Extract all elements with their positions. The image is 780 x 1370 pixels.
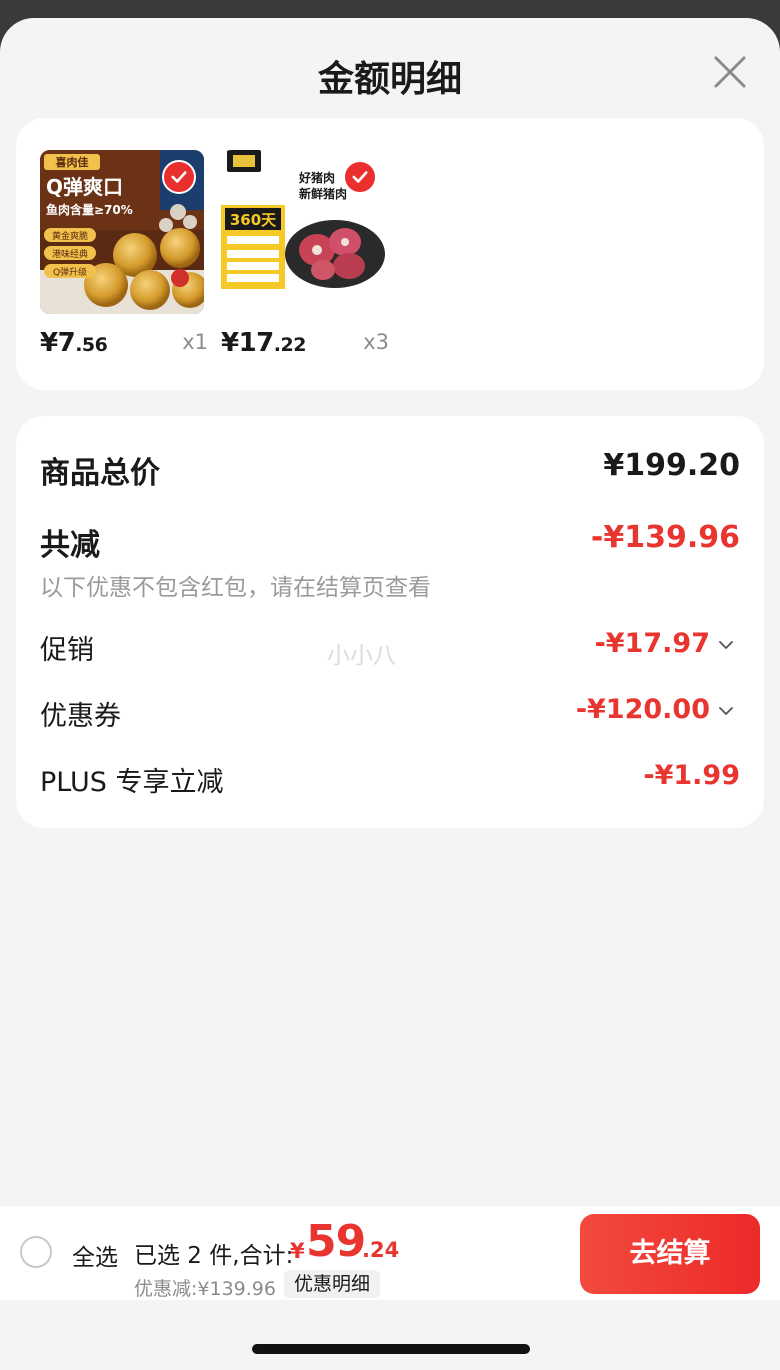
- home-indicator: [252, 1344, 530, 1354]
- close-icon[interactable]: [706, 48, 754, 96]
- reduction-row: 共减 -¥139.96: [40, 520, 740, 564]
- product-qty: x3: [363, 330, 389, 354]
- product-image-fishball[interactable]: 喜肉佳 Q弹爽口 鱼肉含量≥70% 黄金爽脆 港味经典 Q弹升级: [40, 150, 204, 314]
- price-breakdown-card: 商品总价 ¥199.20 共减 -¥139.96 以下优惠不包含红包，请在结算页…: [16, 416, 764, 828]
- reduction-note: 以下优惠不包含红包，请在结算页查看: [40, 575, 431, 601]
- product-price-row: ¥17.22 x3: [221, 326, 389, 366]
- total-amount-decimal: .24: [362, 1238, 400, 1262]
- plus-reduction-value: -¥1.99: [643, 760, 740, 791]
- price-int: ¥7: [40, 328, 76, 358]
- promotion-value: -¥17.97: [594, 628, 710, 659]
- select-all-label[interactable]: 全选: [72, 1238, 118, 1272]
- fishball-tag: 港味经典: [52, 248, 88, 260]
- discount-summary: 优惠减:¥139.96: [134, 1278, 276, 1300]
- coupon-value: -¥120.00: [575, 694, 710, 725]
- select-all-radio[interactable]: [20, 1236, 52, 1268]
- fishball-brand-label: 喜肉佳: [56, 155, 89, 169]
- product-price-row: ¥7.56 x1: [40, 326, 208, 366]
- pork-badge: 360天: [230, 211, 277, 229]
- promotion-label: 促销: [40, 635, 94, 666]
- fishball-headline: Q弹爽口: [46, 175, 123, 199]
- selected-products-card: 喜肉佳 Q弹爽口 鱼肉含量≥70% 黄金爽脆 港味经典 Q弹升级 ¥7.56 x…: [16, 118, 764, 390]
- watermark: 小小八: [327, 643, 396, 669]
- total-price-label: 商品总价: [40, 456, 160, 491]
- chevron-down-icon[interactable]: [718, 640, 734, 650]
- total-amount-integer: 59: [306, 1216, 366, 1267]
- discount-detail-button[interactable]: 优惠明细: [284, 1270, 381, 1298]
- chevron-down-icon[interactable]: [718, 706, 734, 716]
- price-dec: .56: [75, 334, 108, 356]
- price-dec: .22: [273, 334, 307, 356]
- check-badge-icon[interactable]: [162, 160, 196, 194]
- total-price-row: 商品总价 ¥199.20: [40, 448, 740, 492]
- amount-detail-sheet: 金额明细 喜肉佳 Q弹爽口 鱼肉含量≥70% 黄金爽脆 港味经典 Q弹升级 ¥7…: [0, 18, 780, 1370]
- product-image-pork[interactable]: 好猪肉 新鲜猪肉 360天: [221, 150, 385, 314]
- product-price: ¥7.56: [40, 328, 108, 358]
- pork-headline-bottom: 新鲜猪肉: [299, 186, 347, 201]
- fishball-tag: Q弹升级: [53, 266, 87, 278]
- fishball-subline: 鱼肉含量≥70%: [46, 202, 133, 217]
- plus-reduction-row: PLUS 专享立减 -¥1.99: [40, 760, 740, 804]
- product-qty: x1: [182, 330, 208, 354]
- total-yen: ¥: [290, 1239, 305, 1263]
- coupon-row[interactable]: 优惠券 -¥120.00: [40, 694, 740, 738]
- reduction-label: 共减: [40, 528, 100, 563]
- reduction-value: -¥139.96: [590, 520, 740, 555]
- total-price-value: ¥199.20: [603, 448, 740, 483]
- sheet-title: 金额明细: [317, 59, 462, 100]
- check-badge-icon[interactable]: [343, 160, 377, 194]
- fishball-tag: 黄金爽脆: [52, 230, 88, 242]
- selected-summary: 已选 2 件,合计:: [134, 1243, 294, 1269]
- price-int: ¥17: [221, 328, 274, 358]
- plus-reduction-label: PLUS 专享立减: [40, 767, 224, 798]
- checkout-bar: 全选 已选 2 件,合计: ¥ 59 .24 优惠减:¥139.96 优惠明细 …: [0, 1206, 780, 1300]
- product-price: ¥17.22: [221, 328, 306, 358]
- coupon-label: 优惠券: [40, 701, 121, 732]
- checkout-button[interactable]: 去结算: [580, 1214, 760, 1294]
- pork-headline-top: 好猪肉: [298, 170, 335, 185]
